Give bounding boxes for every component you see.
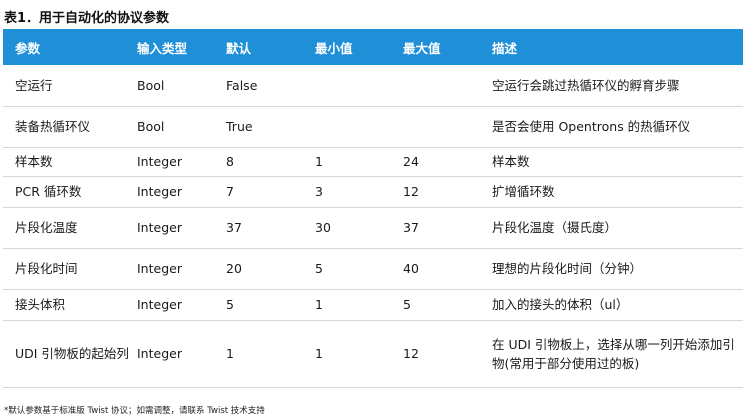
cell-parameter: 片段化时间 bbox=[3, 248, 125, 290]
cell-input-type: Bool bbox=[125, 65, 214, 107]
table-row: PCR 循环数 Integer 7 3 12 扩增循环数 bbox=[3, 176, 743, 208]
cell-input-type: Integer bbox=[125, 320, 214, 388]
cell-default: 7 bbox=[214, 176, 303, 208]
cell-max bbox=[391, 65, 480, 107]
table-row: UDI 引物板的起始列 Integer 1 1 12 在 UDI 引物板上，选择… bbox=[3, 320, 743, 388]
cell-min: 3 bbox=[303, 176, 391, 208]
cell-max bbox=[391, 106, 480, 148]
cell-parameter: 空运行 bbox=[3, 65, 125, 107]
cell-default: 1 bbox=[214, 320, 303, 388]
cell-description: 扩增循环数 bbox=[480, 176, 743, 208]
cell-default: True bbox=[214, 106, 303, 148]
cell-description: 片段化温度（摄氏度） bbox=[480, 207, 743, 249]
cell-default: 8 bbox=[214, 147, 303, 177]
footnote: *默认参数基于标准版 Twist 协议；如需调整，请联系 Twist 技术支持 bbox=[4, 406, 265, 416]
cell-max: 12 bbox=[391, 320, 480, 388]
cell-min: 1 bbox=[303, 320, 391, 388]
cell-description: 空运行会跳过热循环仪的孵育步骤 bbox=[480, 65, 743, 107]
cell-max: 40 bbox=[391, 248, 480, 290]
cell-description: 理想的片段化时间（分钟） bbox=[480, 248, 743, 290]
column-header-max: 最大值 bbox=[403, 40, 441, 56]
table-header-row: 参数 输入类型 默认 最小值 最大值 描述 bbox=[3, 29, 743, 65]
table-row: 空运行 Bool False 空运行会跳过热循环仪的孵育步骤 bbox=[3, 65, 743, 107]
cell-description: 是否会使用 Opentrons 的热循环仪 bbox=[480, 106, 743, 148]
cell-parameter: UDI 引物板的起始列 bbox=[3, 320, 129, 388]
column-header-default: 默认 bbox=[226, 40, 252, 56]
table-row: 接头体积 Integer 5 1 5 加入的接头的体积（ul） bbox=[3, 289, 743, 321]
cell-min: 30 bbox=[303, 207, 391, 249]
cell-description: 样本数 bbox=[480, 147, 743, 177]
cell-max: 37 bbox=[391, 207, 480, 249]
cell-max: 24 bbox=[391, 147, 480, 177]
cell-min: 1 bbox=[303, 289, 391, 321]
cell-min: 5 bbox=[303, 248, 391, 290]
column-header-input-type: 输入类型 bbox=[137, 40, 188, 56]
cell-input-type: Integer bbox=[125, 147, 214, 177]
cell-description: 在 UDI 引物板上，选择从哪一列开始添加引物(常用于部分使用过的板) bbox=[480, 320, 743, 388]
cell-parameter: 装备热循环仪 bbox=[3, 106, 125, 148]
cell-input-type: Integer bbox=[125, 176, 214, 208]
cell-input-type: Integer bbox=[125, 207, 214, 249]
cell-default: 5 bbox=[214, 289, 303, 321]
cell-input-type: Integer bbox=[125, 248, 214, 290]
cell-input-type: Integer bbox=[125, 289, 214, 321]
column-header-min: 最小值 bbox=[315, 40, 353, 56]
cell-min: 1 bbox=[303, 147, 391, 177]
cell-default: False bbox=[214, 65, 303, 107]
table-row: 样本数 Integer 8 1 24 样本数 bbox=[3, 147, 743, 177]
cell-default: 20 bbox=[214, 248, 303, 290]
protocol-parameters-table: 参数 输入类型 默认 最小值 最大值 描述 空运行 Bool False 空运行… bbox=[3, 29, 743, 388]
cell-max: 12 bbox=[391, 176, 480, 208]
cell-max: 5 bbox=[391, 289, 480, 321]
table-row: 片段化时间 Integer 20 5 40 理想的片段化时间（分钟） bbox=[3, 248, 743, 290]
cell-parameter: 片段化温度 bbox=[3, 207, 125, 249]
cell-min bbox=[303, 65, 391, 107]
cell-parameter: 样本数 bbox=[3, 147, 125, 177]
table-row: 装备热循环仪 Bool True 是否会使用 Opentrons 的热循环仪 bbox=[3, 106, 743, 148]
table-title: 表1．用于自动化的协议参数 bbox=[4, 11, 170, 26]
cell-parameter: PCR 循环数 bbox=[3, 176, 125, 208]
cell-min bbox=[303, 106, 391, 148]
column-header-parameter: 参数 bbox=[15, 40, 41, 56]
table-row: 片段化温度 Integer 37 30 37 片段化温度（摄氏度） bbox=[3, 207, 743, 249]
cell-parameter: 接头体积 bbox=[3, 289, 125, 321]
cell-input-type: Bool bbox=[125, 106, 214, 148]
cell-default: 37 bbox=[214, 207, 303, 249]
cell-description: 加入的接头的体积（ul） bbox=[480, 289, 743, 321]
column-header-description: 描述 bbox=[492, 40, 518, 56]
